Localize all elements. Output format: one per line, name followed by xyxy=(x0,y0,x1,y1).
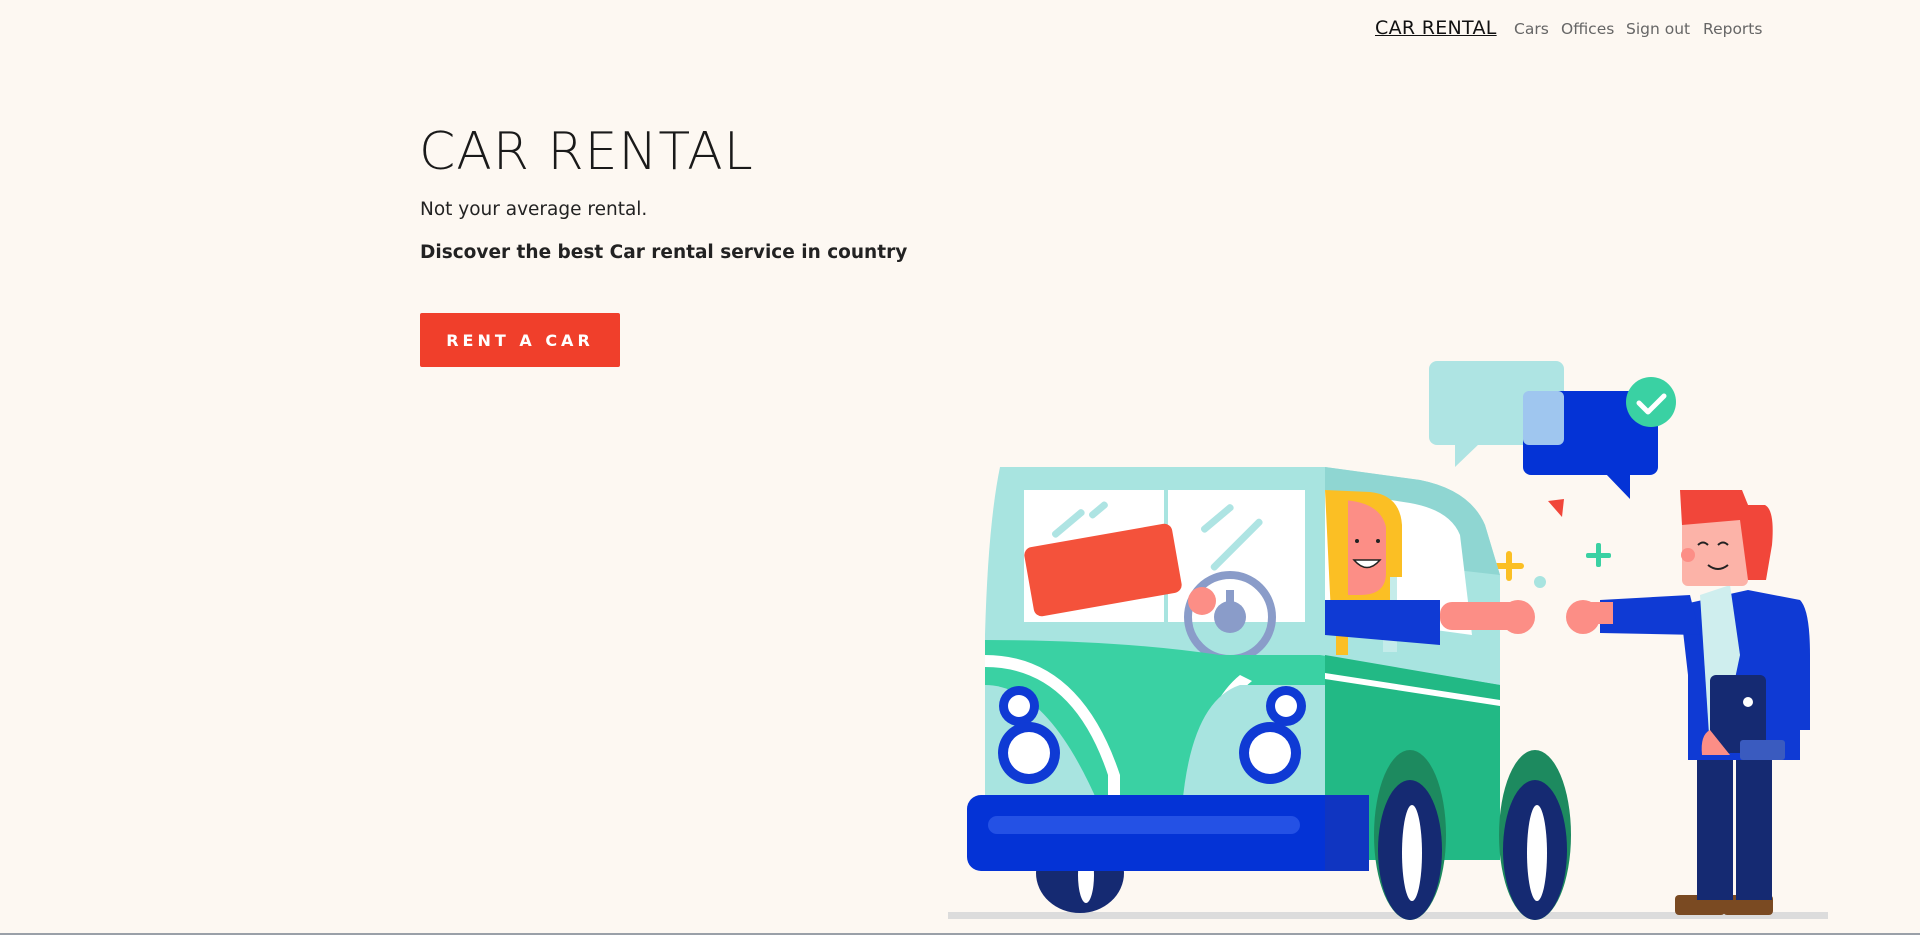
rent-a-car-button[interactable]: RENT A CAR xyxy=(420,313,620,367)
nav-link-reports[interactable]: Reports xyxy=(1703,20,1762,38)
hero-lead: Discover the best Car rental service in … xyxy=(420,242,908,263)
nav-link-offices[interactable]: Offices xyxy=(1561,20,1614,38)
check-icon xyxy=(1626,377,1676,427)
navbar: CAR RENTAL Cars Offices Sign out Reports xyxy=(0,0,1920,58)
page: CAR RENTAL Cars Offices Sign out Reports… xyxy=(0,0,1920,935)
nav-link-cars[interactable]: Cars xyxy=(1514,20,1549,38)
car-rental-illustration xyxy=(948,361,1828,920)
hero-title: CAR RENTAL xyxy=(419,122,754,182)
nav-link-sign-out[interactable]: Sign out xyxy=(1626,20,1690,38)
sparkle-icons xyxy=(1494,543,1611,588)
hero-subtitle: Not your average rental. xyxy=(420,199,648,220)
brand-link[interactable]: CAR RENTAL xyxy=(1375,17,1497,39)
van xyxy=(967,467,1571,920)
